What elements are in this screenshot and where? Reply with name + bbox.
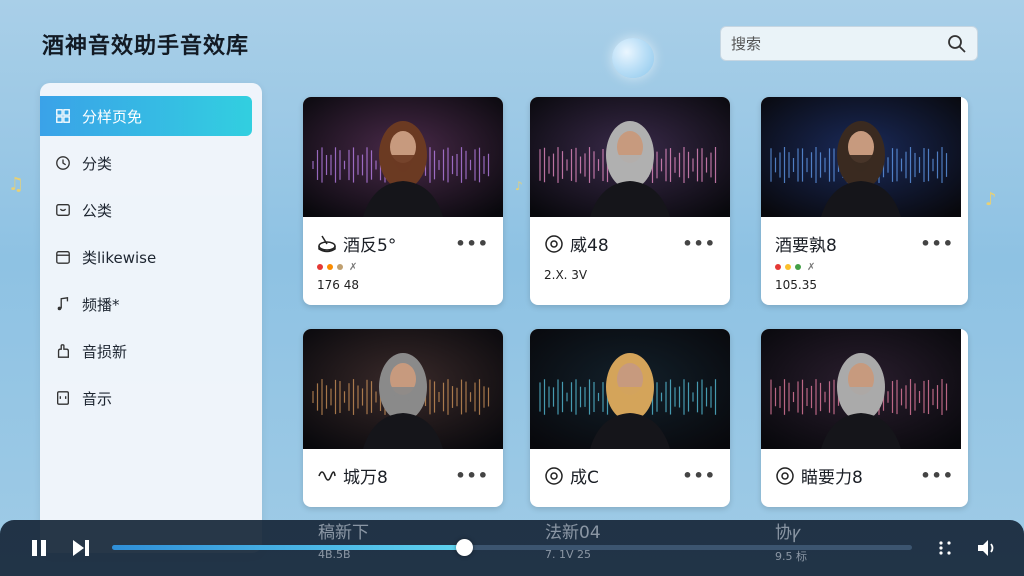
sound-title: 城万8 — [343, 468, 388, 488]
sound-thumbnail[interactable] — [303, 329, 503, 449]
clock-icon — [54, 154, 72, 172]
more-options-button[interactable]: ••• — [455, 234, 489, 253]
player-bar — [0, 520, 1024, 576]
sound-thumbnail[interactable] — [530, 97, 730, 217]
sidebar-item-label: 音损新 — [82, 342, 128, 361]
tag-dot — [327, 264, 333, 270]
tag-dots: ✗ — [317, 261, 489, 273]
next-icon[interactable] — [70, 537, 92, 559]
more-options-button[interactable]: ••• — [682, 234, 716, 253]
tag-dot — [317, 264, 323, 270]
ghost-card-meta: 9.5 标 — [775, 550, 807, 563]
sound-card[interactable]: 酒要孰8 ••• ✗ 105.35 — [761, 97, 968, 305]
more-options-button[interactable]: ••• — [920, 466, 954, 485]
sidebar-item-2[interactable]: 公类 — [40, 190, 252, 230]
search-input[interactable] — [731, 34, 947, 53]
sidebar-item-3[interactable]: 类likewise — [40, 237, 252, 277]
tag-dot — [795, 264, 801, 270]
sound-card[interactable]: 成C ••• — [530, 329, 730, 507]
vinyl-icon — [544, 234, 564, 254]
more-vertical-icon[interactable] — [934, 537, 956, 559]
music-note-icon — [54, 295, 72, 313]
sidebar-item-6[interactable]: 音示 — [40, 378, 252, 418]
decorative-bubble — [612, 38, 654, 78]
ghost-card-meta: 7. 1V 25 — [545, 548, 592, 561]
folder-icon — [54, 201, 72, 219]
tag-dot — [775, 264, 781, 270]
ghost-card-meta: 4B.5B — [318, 548, 351, 561]
ghost-card-title: 协ꝩ — [775, 523, 801, 543]
sidebar-item-0[interactable]: 分样页免 — [40, 96, 252, 136]
sound-title: 酒反5° — [343, 236, 397, 256]
ghost-card-title: 稿新下 — [318, 523, 369, 543]
svg-text:♪: ♪ — [515, 179, 523, 193]
more-options-button[interactable]: ••• — [455, 466, 489, 485]
sidebar-item-label: 频播* — [82, 295, 120, 314]
tag-dots: ✗ — [775, 261, 954, 273]
wave-icon — [317, 466, 337, 486]
sound-title: 成C — [570, 468, 599, 488]
sound-card[interactable]: 威48 ••• 2.X. 3V — [530, 97, 730, 305]
sidebar-item-label: 分类 — [82, 154, 113, 173]
app-title: 酒神音效助手音效库 — [42, 34, 250, 59]
pause-icon[interactable] — [28, 537, 50, 559]
sidebar-item-1[interactable]: 分类 — [40, 143, 252, 183]
sound-card[interactable]: 城万8 ••• — [303, 329, 503, 507]
sound-meta: 176 48 — [317, 278, 359, 292]
progress-knob[interactable] — [456, 539, 473, 556]
tag-dot — [337, 264, 343, 270]
sound-card[interactable]: 瞄要力8 ••• — [761, 329, 968, 507]
calendar-icon — [54, 248, 72, 266]
tag-dot — [785, 264, 791, 270]
sound-title: 瞄要力8 — [801, 468, 863, 488]
vinyl-icon — [544, 466, 564, 486]
file-icon — [54, 389, 72, 407]
more-options-button[interactable]: ••• — [682, 466, 716, 485]
ghost-card-title: 法新04 — [545, 523, 601, 543]
sound-title: 酒要孰8 — [775, 236, 837, 256]
sound-thumbnail[interactable] — [530, 329, 730, 449]
vinyl-icon — [775, 466, 795, 486]
sidebar-item-5[interactable]: 音损新 — [40, 331, 252, 371]
sidebar: 分样页免分类公类类likewise 频播* 音损新音示 — [40, 83, 262, 553]
progress-fill — [112, 545, 464, 550]
search-icon[interactable] — [947, 34, 967, 54]
svg-text:♫: ♫ — [8, 174, 24, 195]
tag-mark: ✗ — [807, 261, 816, 273]
drum-icon — [317, 234, 337, 254]
sound-thumbnail[interactable] — [761, 97, 968, 217]
sound-meta: 105.35 — [775, 278, 817, 292]
sidebar-item-label: 公类 — [82, 201, 113, 220]
sidebar-item-label: 音示 — [82, 389, 113, 408]
sidebar-item-label: 类likewise — [82, 248, 157, 267]
sound-card[interactable]: 酒反5° ••• ✗ 176 48 — [303, 97, 503, 305]
volume-icon[interactable] — [976, 537, 998, 559]
grid-icon — [54, 107, 72, 125]
sidebar-item-4[interactable]: 频播* — [40, 284, 252, 324]
sound-thumbnail[interactable] — [761, 329, 968, 449]
sound-meta: 2.X. 3V — [544, 268, 588, 282]
search-box[interactable] — [720, 26, 978, 61]
hand-icon — [54, 342, 72, 360]
sidebar-item-label: 分样页免 — [82, 107, 143, 126]
sound-title: 威48 — [570, 236, 609, 256]
svg-text:♪: ♪ — [985, 189, 997, 210]
sound-thumbnail[interactable] — [303, 97, 503, 217]
tag-mark: ✗ — [349, 261, 358, 273]
more-options-button[interactable]: ••• — [920, 234, 954, 253]
